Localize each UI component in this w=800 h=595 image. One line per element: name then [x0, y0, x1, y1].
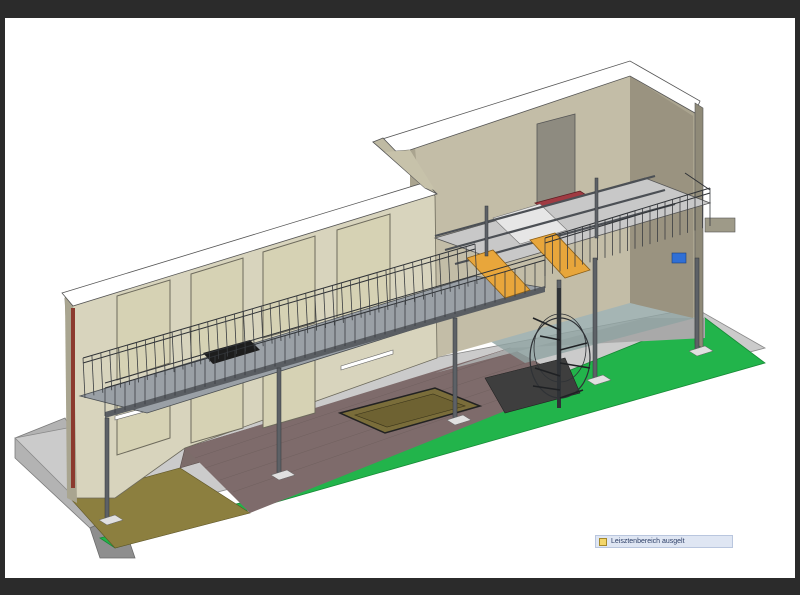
selection-icon: [599, 537, 607, 546]
model-viewport[interactable]: Leisztenbereich ausgelt: [5, 18, 795, 578]
selection-text: Leisztenbereich ausgelt: [611, 538, 685, 545]
bracket-right: [704, 217, 736, 233]
selection-info-badge[interactable]: Leisztenbereich ausgelt: [595, 535, 733, 548]
downpipe-left: [71, 308, 75, 488]
blue-box: [671, 252, 687, 264]
building-model-3d[interactable]: [5, 18, 795, 578]
